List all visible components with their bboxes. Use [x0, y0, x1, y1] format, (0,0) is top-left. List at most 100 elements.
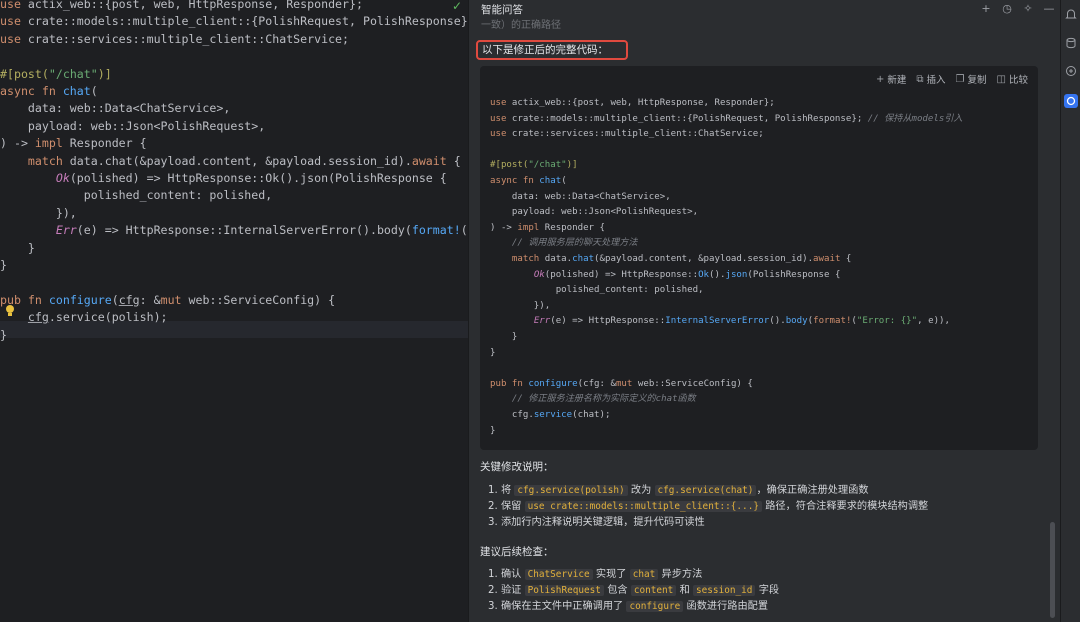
inline-code: configure — [626, 601, 684, 613]
code-token: (PolishResponse { — [747, 269, 841, 280]
editor-line[interactable]: }), — [0, 205, 77, 222]
editor-line[interactable]: #[post("/chat")] — [0, 66, 112, 83]
list-item: 3. 确保在主文件中正确调用了 configure 函数进行路由配置 — [488, 599, 768, 615]
editor-line[interactable]: payload: web::Json<PolishRequest>, — [0, 118, 265, 135]
code-token: (polished) => HttpResponse::Ok().json(Po… — [69, 171, 447, 185]
code-token: use — [0, 31, 21, 46]
editor-line[interactable]: Err(e) => HttpResponse::InternalServerEr… — [0, 222, 468, 239]
inline-code: ChatService — [524, 569, 593, 580]
code-token: ( — [460, 223, 468, 238]
code-line: cfg.service(chat); — [490, 408, 611, 423]
followup-heading: 建议后续检查： — [480, 546, 554, 558]
editor-line[interactable]: use crate::services::multiple_client::Ch… — [0, 31, 349, 48]
editor-line[interactable]: use crate::models::multiple_client::{Pol… — [0, 13, 468, 30]
minimize-icon[interactable]: — — [1043, 2, 1055, 16]
code-line: use crate::models::multiple_client::{Pol… — [490, 112, 963, 127]
code-line: } — [490, 346, 495, 361]
code-token: )] — [97, 66, 112, 81]
editor-line[interactable]: } — [0, 257, 7, 274]
editor-line[interactable]: pub fn configure(cfg: &mut web::ServiceC… — [0, 292, 335, 309]
code-token: polished_content: polished, — [490, 285, 704, 296]
editor-line[interactable]: cfg.service(polish); — [0, 309, 168, 326]
code-token: , e)), — [917, 316, 950, 327]
code-token: #[post( — [0, 66, 49, 81]
code-token: await — [411, 153, 447, 168]
pin-icon[interactable]: ✧ — [1022, 2, 1034, 16]
code-token: 和 — [676, 585, 693, 597]
code-token: 函数进行路由配置 — [683, 601, 769, 613]
code-line: Ok(polished) => HttpResponse::Ok().json(… — [490, 268, 841, 283]
code-token: use — [490, 113, 507, 124]
code-token: } — [490, 347, 496, 358]
code-token: payload: web::Json<PolishRequest>, — [490, 207, 699, 218]
ai-assistant-icon[interactable] — [1064, 94, 1078, 108]
code-token: : & — [139, 292, 161, 307]
code-token: mut — [615, 378, 633, 389]
code-token: await — [813, 254, 841, 264]
code-editor[interactable]: use actix_web::{post, web, HttpResponse,… — [0, 0, 468, 622]
list-item: 1. 将 cfg.service(polish) 改为 cfg.service(… — [488, 483, 869, 499]
editor-line[interactable]: } — [0, 240, 35, 257]
toolbar-label: 新建 — [887, 75, 907, 86]
editor-line[interactable]: use actix_web::{post, web, HttpResponse,… — [0, 0, 363, 13]
code-token: "Error: {}" — [856, 316, 918, 327]
code-token: use — [0, 0, 21, 11]
compare-button[interactable]: ◫ 比较 — [996, 72, 1028, 87]
code-token: crate::models::multiple_client::{PolishR… — [506, 113, 868, 124]
check-icon: ✓ — [452, 0, 463, 13]
code-line: data: web::Data<ChatService>, — [490, 190, 671, 205]
code-token: (). — [769, 316, 786, 327]
code-line: // 修正服务注册名称为实际定义的chat函数 — [490, 392, 696, 407]
code-line: #[post("/chat")] — [490, 158, 578, 173]
code-token: ( — [90, 84, 98, 98]
editor-line[interactable]: } — [0, 327, 7, 344]
code-token: } — [0, 258, 7, 272]
code-token: data. — [539, 254, 573, 264]
editor-line[interactable]: ) -> impl Responder { — [0, 135, 147, 152]
database-icon[interactable] — [1064, 36, 1078, 50]
code-token: (chat); — [572, 410, 611, 420]
history-icon[interactable]: ◷ — [1001, 2, 1013, 16]
code-line: ) -> impl Responder { — [490, 221, 605, 236]
plugin-icon[interactable] — [1064, 64, 1078, 78]
lightbulb-icon[interactable] — [4, 304, 16, 318]
code-line: } — [490, 424, 495, 439]
editor-line[interactable]: match data.chat(&payload.content, &paylo… — [0, 153, 461, 170]
code-token: 改为 — [627, 485, 655, 496]
insert-button[interactable]: ⧉ 插入 — [916, 72, 945, 87]
inline-code: chat — [629, 569, 659, 580]
code-block-toolbar: + 新建 ⧉ 插入 ❐ 复制 ◫ 比较 — [876, 72, 1028, 87]
code-token: service — [533, 410, 573, 420]
code-token: ) -> — [490, 222, 518, 233]
editor-line[interactable]: polished_content: polished, — [0, 187, 272, 204]
inline-code: PolishRequest — [524, 585, 604, 597]
code-token: (e) => HttpResponse::InternalServerError… — [76, 223, 412, 238]
toolbar-label: 复制 — [967, 75, 987, 86]
code-token: ，确保正确注册处理函数 — [756, 485, 869, 496]
list-item: 2. 验证 PolishRequest 包含 content 和 session… — [488, 583, 779, 599]
code-token: web::ServiceConfig) { — [632, 378, 753, 389]
code-token: Responder { — [62, 136, 147, 151]
code-token: // 修正服务注册名称为实际定义的chat函数 — [511, 394, 696, 405]
compare-icon: ◫ — [996, 73, 1006, 85]
code-block: + 新建 ⧉ 插入 ❐ 复制 ◫ 比较 use actix_web::{post, web, … — [480, 66, 1038, 450]
code-token: } — [490, 332, 518, 342]
plus-button[interactable]: + 新建 — [876, 72, 907, 87]
code-token: impl — [34, 136, 63, 151]
code-token: "/chat" — [48, 66, 98, 81]
code-token: cfg. — [490, 410, 534, 420]
notifications-icon[interactable] — [1064, 8, 1078, 22]
panel-scrollbar[interactable] — [1050, 522, 1055, 618]
editor-line[interactable]: async fn chat( — [0, 83, 98, 100]
editor-line[interactable]: data: web::Data<ChatService>, — [0, 100, 230, 117]
editor-line[interactable]: Ok(polished) => HttpResponse::Ok().json(… — [0, 170, 447, 187]
copy-button[interactable]: ❐ 复制 — [956, 72, 987, 87]
new-chat-icon[interactable]: + — [980, 2, 992, 16]
code-token: (e) => HttpResponse:: — [550, 316, 666, 327]
code-token: crate::services::multiple_client::ChatSe… — [20, 31, 350, 46]
code-token: async fn — [0, 84, 56, 98]
